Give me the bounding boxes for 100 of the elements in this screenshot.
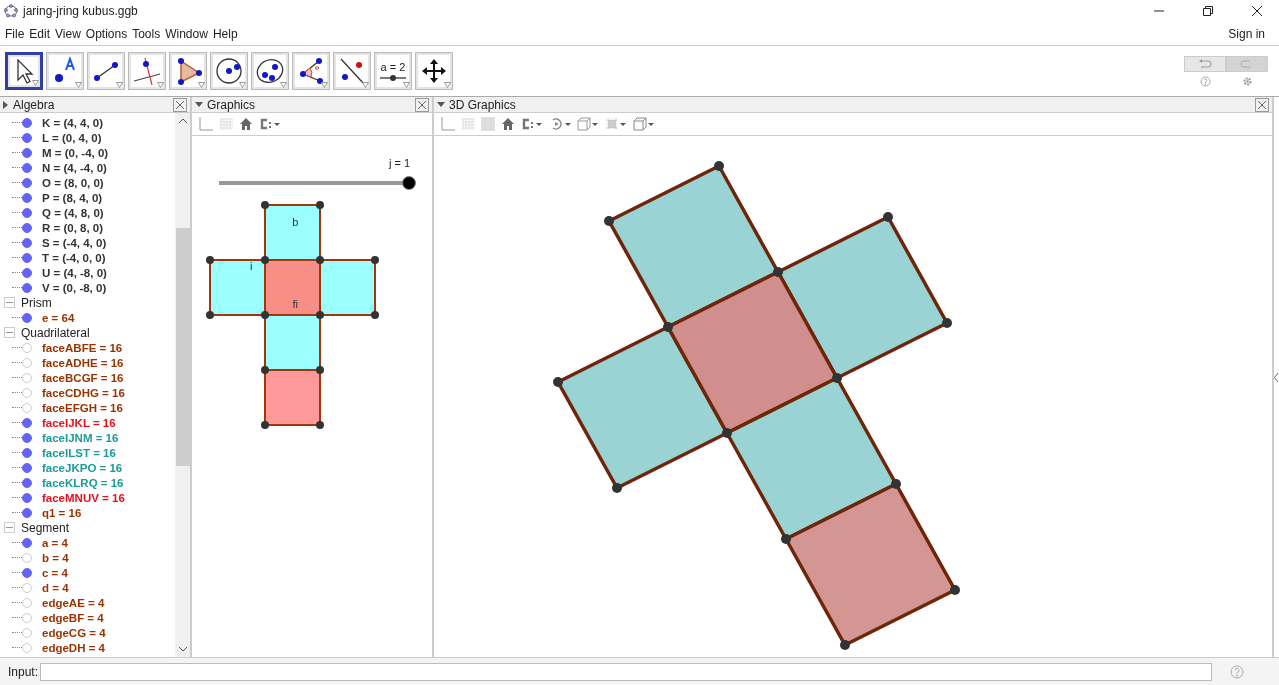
visibility-toggle[interactable]	[22, 582, 32, 593]
dropdown-arrow-icon[interactable]	[32, 80, 39, 86]
tool-button[interactable]	[169, 52, 207, 90]
sign-in-link[interactable]: Sign in	[1228, 26, 1265, 41]
visibility-toggle[interactable]	[22, 372, 32, 383]
visibility-toggle[interactable]	[22, 447, 32, 458]
settings-icon[interactable]	[1241, 75, 1253, 87]
visibility-toggle[interactable]	[22, 162, 32, 173]
visibility-toggle[interactable]	[22, 237, 32, 248]
style-menu-icon[interactable]	[520, 116, 544, 132]
algebra-item[interactable]: faceEFGH = 16	[42, 401, 123, 414]
dropdown-arrow-icon[interactable]	[444, 82, 451, 88]
restore-icon[interactable]	[1203, 6, 1213, 16]
algebra-item[interactable]: a = 4	[42, 536, 68, 549]
style-menu-icon[interactable]	[258, 116, 282, 132]
menu-item[interactable]: Options	[84, 26, 132, 41]
visibility-toggle[interactable]	[22, 357, 32, 368]
algebra-item[interactable]: S = (-4, 4, 0)	[42, 236, 107, 249]
tool-button[interactable]	[251, 52, 289, 90]
dropdown-arrow-icon[interactable]	[403, 82, 410, 88]
visibility-toggle[interactable]	[22, 282, 32, 293]
tool-button[interactable]	[87, 52, 125, 90]
visibility-toggle[interactable]	[22, 552, 32, 563]
algebra-item[interactable]: edgeCG = 4	[42, 626, 106, 639]
visibility-toggle[interactable]	[22, 417, 32, 428]
algebra-item[interactable]: M = (0, -4, 0)	[42, 146, 109, 159]
visibility-toggle[interactable]	[22, 312, 32, 323]
collapse-toggle[interactable]	[4, 522, 15, 533]
visibility-toggle[interactable]	[22, 507, 32, 518]
menu-item[interactable]: Edit	[28, 26, 55, 41]
close-button[interactable]	[415, 97, 429, 112]
algebra-item[interactable]: faceJKPO = 16	[42, 461, 123, 474]
collapse-icon[interactable]	[195, 101, 203, 108]
dropdown-arrow-icon[interactable]	[362, 82, 369, 88]
visibility-toggle[interactable]	[22, 252, 32, 263]
visibility-toggle[interactable]	[22, 597, 32, 608]
algebra-item[interactable]: c = 4	[42, 566, 68, 579]
algebra-item[interactable]: d = 4	[42, 581, 69, 594]
tool-button[interactable]	[292, 52, 330, 90]
algebra-item[interactable]: U = (4, -8, 0)	[42, 266, 107, 279]
visibility-toggle[interactable]	[22, 462, 32, 473]
expand-icon[interactable]	[3, 100, 9, 109]
visibility-toggle[interactable]	[22, 222, 32, 233]
visibility-toggle[interactable]	[22, 402, 32, 413]
collapse-toggle[interactable]	[4, 327, 15, 338]
algebra-item[interactable]: faceADHE = 16	[42, 356, 124, 369]
dropdown-arrow-icon[interactable]	[157, 82, 164, 88]
tool-button[interactable]	[46, 52, 84, 90]
visibility-toggle[interactable]	[22, 147, 32, 158]
visibility-toggle[interactable]	[22, 612, 32, 623]
visibility-toggle[interactable]	[22, 177, 32, 188]
algebra-item[interactable]: faceCDHG = 16	[42, 386, 125, 399]
algebra-item[interactable]: b = 4	[42, 551, 69, 564]
scrollbar[interactable]	[175, 113, 190, 657]
tool-button[interactable]	[128, 52, 166, 90]
dropdown-arrow-icon[interactable]	[239, 82, 246, 88]
visibility-toggle[interactable]	[22, 627, 32, 638]
dropdown-arrow-icon[interactable]	[116, 82, 123, 88]
close-button[interactable]	[173, 97, 187, 112]
home-icon[interactable]	[500, 116, 516, 132]
visibility-toggle[interactable]	[22, 117, 32, 128]
visibility-toggle[interactable]	[22, 387, 32, 398]
algebra-item[interactable]: T = (-4, 0, 0)	[42, 251, 106, 264]
algebra-item[interactable]: R = (0, 8, 0)	[42, 221, 104, 234]
algebra-item[interactable]: N = (4, -4, 0)	[42, 161, 107, 174]
tool-button[interactable]	[5, 52, 43, 90]
collapse-toggle[interactable]	[4, 297, 15, 308]
algebra-item[interactable]: faceIJKL = 16	[42, 416, 116, 429]
visibility-toggle[interactable]	[22, 567, 32, 578]
slider-thumb[interactable]	[402, 176, 416, 190]
dropdown-arrow-icon[interactable]	[280, 82, 287, 88]
menu-item[interactable]: File	[4, 26, 29, 41]
algebra-item[interactable]: faceABFE = 16	[42, 341, 123, 354]
algebra-item[interactable]: Q = (4, 8, 0)	[42, 206, 104, 219]
tool-button[interactable]	[333, 52, 371, 90]
clipping-icon[interactable]	[604, 116, 628, 132]
algebra-item[interactable]: edgeBF = 4	[42, 611, 104, 624]
panel-toggle-icon[interactable]	[1274, 372, 1279, 382]
home-icon[interactable]	[238, 116, 254, 132]
scroll-down-icon[interactable]	[178, 647, 187, 652]
tool-button[interactable]	[415, 52, 453, 90]
visibility-toggle[interactable]	[22, 192, 32, 203]
visibility-toggle[interactable]	[22, 642, 32, 653]
menu-item[interactable]: View	[54, 26, 85, 41]
tool-button[interactable]: a = 2	[374, 52, 412, 90]
menu-item[interactable]: Window	[164, 26, 212, 41]
visibility-toggle[interactable]	[22, 342, 32, 353]
cube-icon[interactable]	[632, 116, 656, 132]
visibility-toggle[interactable]	[22, 492, 32, 503]
visibility-toggle[interactable]	[22, 132, 32, 143]
visibility-toggle[interactable]	[22, 477, 32, 488]
algebra-item[interactable]: faceMNUV = 16	[42, 491, 125, 504]
algebra-item[interactable]: L = (0, 4, 0)	[42, 131, 102, 144]
input-field[interactable]	[40, 662, 1213, 681]
scroll-up-icon[interactable]	[178, 118, 187, 123]
collapse-icon[interactable]	[437, 101, 445, 108]
box-view-icon[interactable]	[576, 116, 600, 132]
algebra-item[interactable]: edgeAE = 4	[42, 596, 105, 609]
tool-button[interactable]	[210, 52, 248, 90]
dropdown-arrow-icon[interactable]	[198, 82, 205, 88]
